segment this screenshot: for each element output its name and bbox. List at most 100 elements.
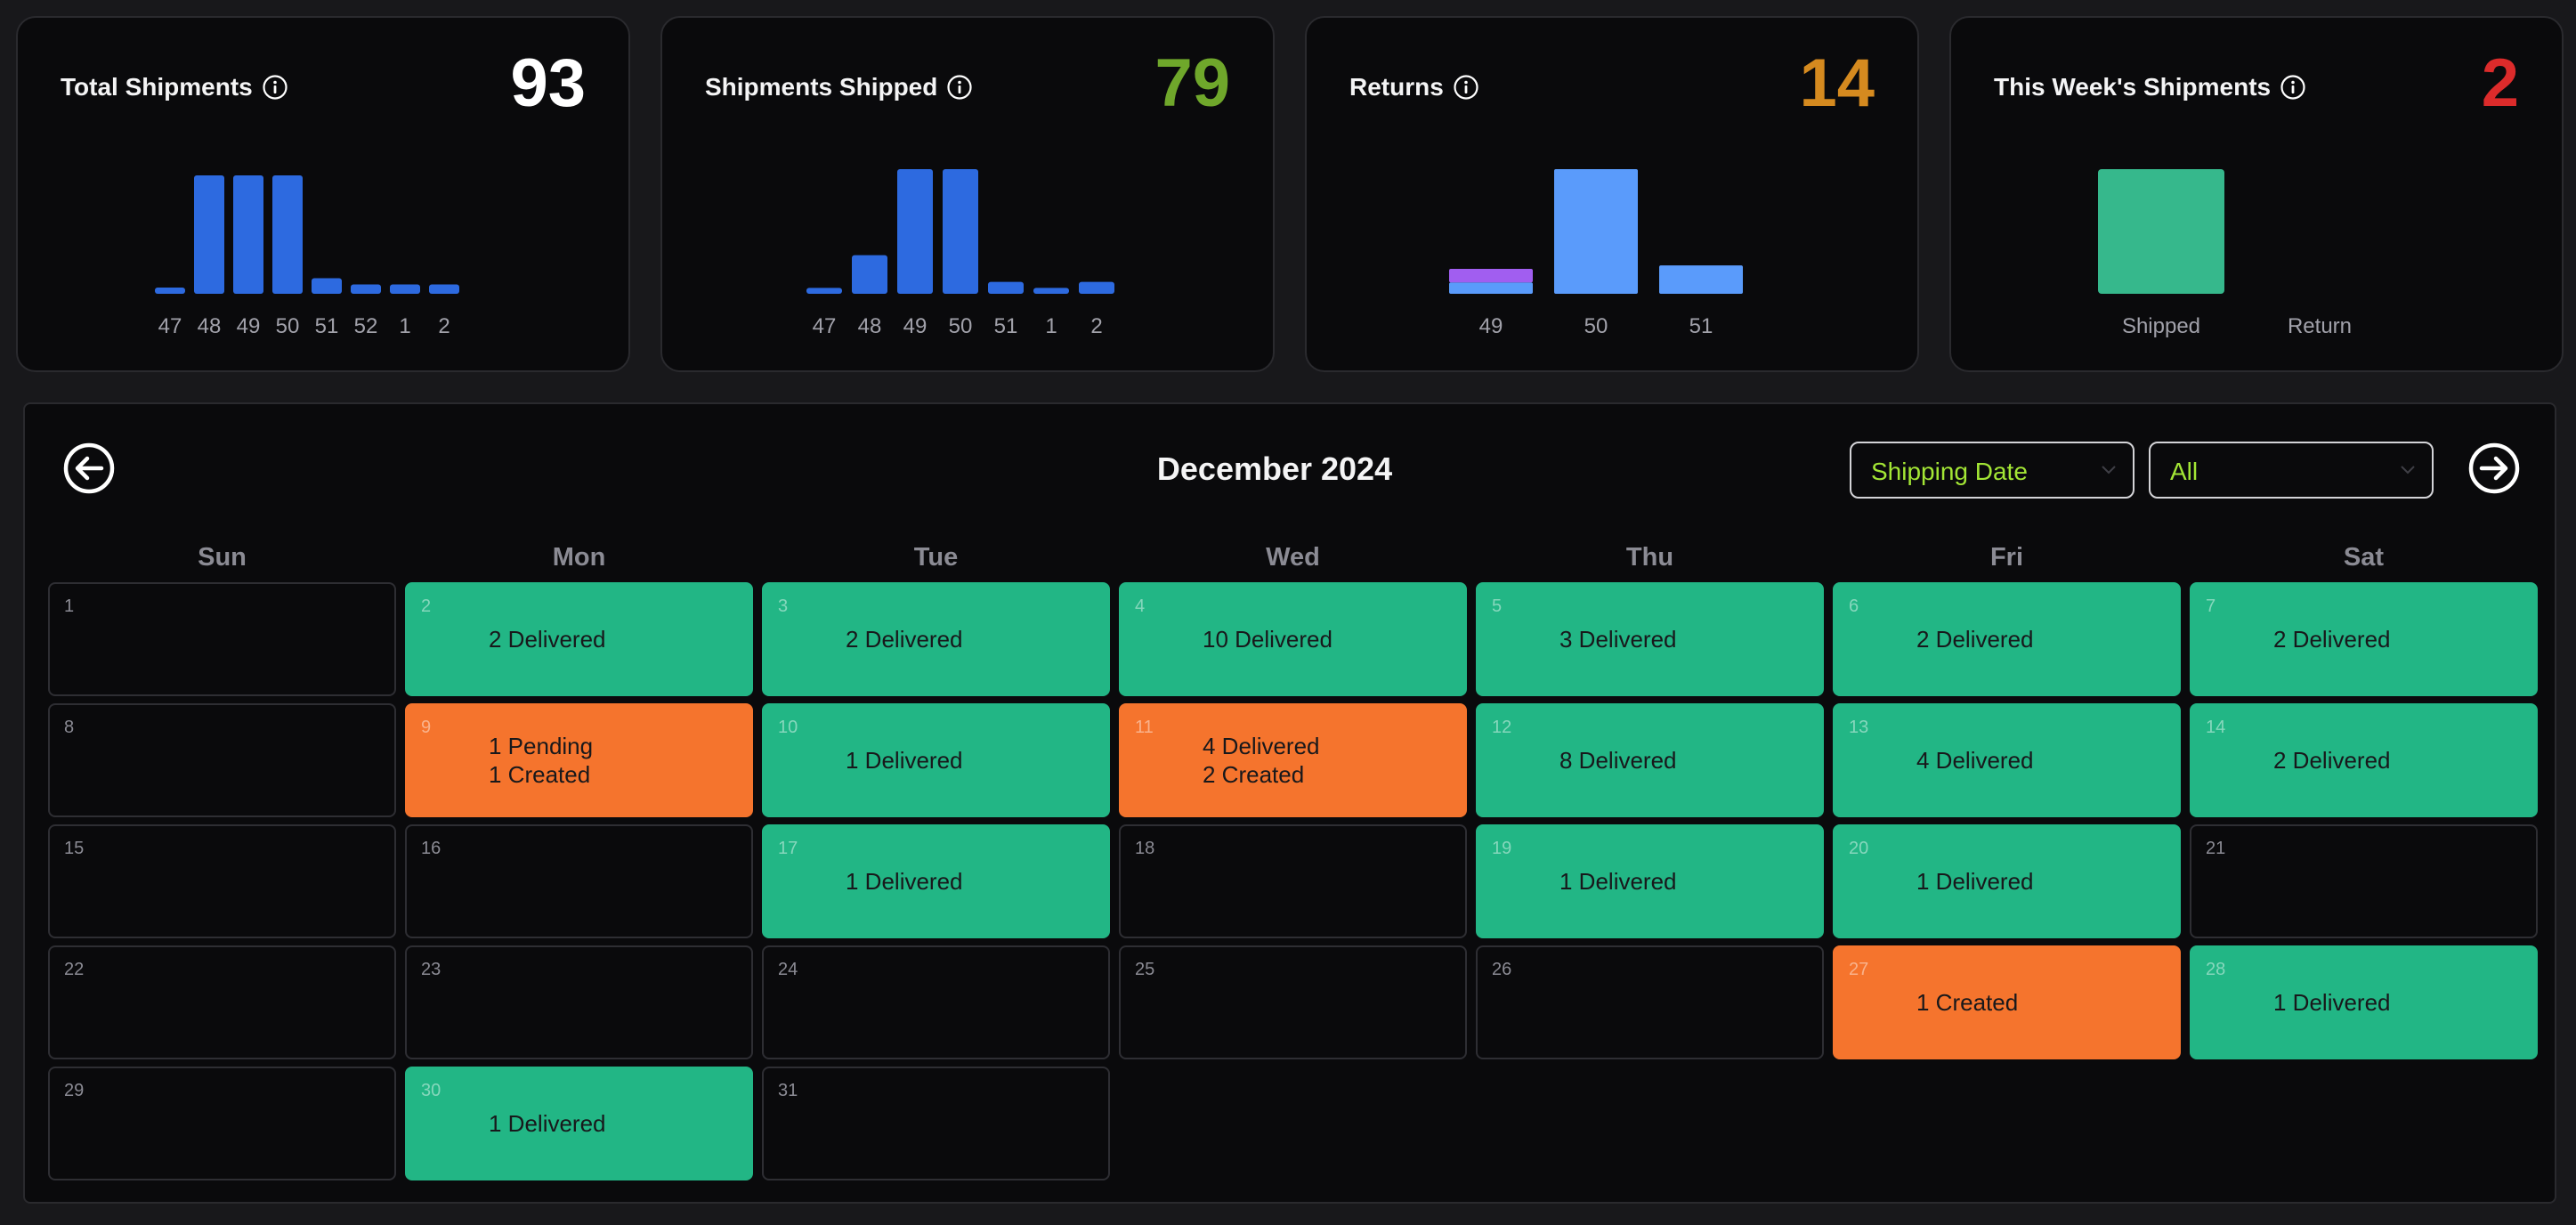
day-number: 5 — [1492, 596, 1503, 616]
day-number: 28 — [2206, 960, 2226, 979]
tick-label: 48 — [858, 314, 882, 338]
day-cell[interactable]: 8 — [48, 703, 396, 817]
shipments-shipped-value: 79 — [1154, 45, 1230, 121]
day-cell[interactable]: 18 — [1119, 824, 1467, 938]
day-cell[interactable]: 1 — [48, 582, 396, 696]
day-number: 24 — [778, 960, 798, 979]
info-icon[interactable] — [2280, 74, 2306, 101]
date-type-select[interactable]: Shipping Date — [1850, 442, 2135, 499]
day-cell[interactable]: 14 2 Delivered — [2190, 703, 2538, 817]
chevron-down-icon — [2102, 466, 2116, 475]
day-summary-line: 2 Delivered — [489, 626, 606, 653]
bar-49 — [897, 169, 933, 294]
weekday-thu: Thu — [1625, 543, 1674, 572]
bar-52 — [351, 284, 381, 294]
bar-51 — [312, 278, 342, 294]
day-cell[interactable]: 6 2 Delivered — [1833, 582, 2181, 696]
tick-label: 52 — [354, 314, 378, 338]
day-cell[interactable]: 26 — [1476, 945, 1824, 1059]
day-cell[interactable]: 23 — [405, 945, 753, 1059]
shipments-shipped-card: Shipments Shipped 79 47 48 49 50 51 1 2 — [660, 16, 1275, 372]
day-cell[interactable]: 28 1 Delivered — [2190, 945, 2538, 1059]
day-number: 3 — [778, 596, 789, 616]
day-cell[interactable]: 7 2 Delivered — [2190, 582, 2538, 696]
weekday-sat: Sat — [2343, 543, 2385, 572]
day-cell[interactable]: 16 — [405, 824, 753, 938]
arrow-right-circle-icon[interactable] — [2467, 442, 2521, 495]
weekday-mon: Mon — [552, 543, 606, 572]
tick-label: 50 — [276, 314, 300, 338]
day-cell[interactable]: 10 1 Delivered — [762, 703, 1110, 817]
day-cell[interactable]: 27 1 Created — [1833, 945, 2181, 1059]
day-cell[interactable]: 20 1 Delivered — [1833, 824, 2181, 938]
day-summary-line: 2 Delivered — [2273, 747, 2391, 774]
day-cell[interactable]: 15 — [48, 824, 396, 938]
tick-label: 51 — [315, 314, 339, 338]
this-week-shipments-value: 2 — [2481, 45, 2519, 121]
bar-50 — [1554, 169, 1638, 294]
bar-49 — [1449, 269, 1533, 283]
bar-48 — [852, 255, 887, 294]
day-summary-line: 10 Delivered — [1203, 626, 1333, 653]
weekday-fri: Fri — [1989, 543, 2024, 572]
day-number: 15 — [64, 839, 85, 858]
day-summary-line: 8 Delivered — [1559, 747, 1677, 774]
bar-51 — [1659, 265, 1743, 294]
day-cell[interactable]: 29 — [48, 1067, 396, 1180]
day-number: 11 — [1135, 718, 1154, 737]
day-number: 12 — [1492, 718, 1512, 737]
day-cell[interactable]: 9 1 Pending 1 Created — [405, 703, 753, 817]
info-icon[interactable] — [1453, 74, 1479, 101]
day-summary: 2 Delivered — [1916, 584, 2034, 694]
day-summary: 1 Delivered — [2273, 947, 2391, 1058]
day-summary: 3 Delivered — [1559, 584, 1677, 694]
bar-48 — [194, 175, 224, 294]
day-summary: 1 Delivered — [489, 1068, 606, 1179]
day-cell[interactable]: 21 — [2190, 824, 2538, 938]
day-summary-line: 2 Delivered — [2273, 626, 2391, 653]
day-summary-line: 1 Delivered — [846, 868, 963, 895]
info-icon[interactable] — [262, 74, 288, 101]
card-title-text: Returns — [1349, 73, 1444, 101]
day-summary-line: 4 Delivered — [1203, 733, 1320, 759]
day-cell[interactable]: 22 — [48, 945, 396, 1059]
day-number: 29 — [64, 1081, 85, 1100]
day-number: 9 — [421, 718, 432, 737]
day-number: 22 — [64, 960, 85, 979]
total-shipments-chart: 47 48 49 50 51 52 1 2 — [155, 175, 459, 338]
day-cell[interactable]: 25 — [1119, 945, 1467, 1059]
day-number: 16 — [421, 839, 441, 858]
bar-47 — [155, 288, 185, 294]
day-cell[interactable]: 4 10 Delivered — [1119, 582, 1467, 696]
tick-label: 2 — [1090, 314, 1102, 338]
day-cell[interactable]: 19 1 Delivered — [1476, 824, 1824, 938]
tick-label: 51 — [994, 314, 1018, 338]
day-cell[interactable]: 11 4 Delivered 2 Created — [1119, 703, 1467, 817]
tick-label: 49 — [237, 314, 261, 338]
day-number: 19 — [1492, 839, 1512, 858]
day-number: 2 — [421, 596, 432, 616]
day-cell[interactable]: 30 1 Delivered — [405, 1067, 753, 1180]
day-cell[interactable]: 2 2 Delivered — [405, 582, 753, 696]
status-select[interactable]: All — [2149, 442, 2434, 499]
day-cell[interactable]: 3 2 Delivered — [762, 582, 1110, 696]
info-icon[interactable] — [946, 74, 973, 101]
card-title: This Week's Shipments — [1994, 73, 2306, 101]
bar-51 — [988, 281, 1024, 294]
day-cell[interactable]: 24 — [762, 945, 1110, 1059]
weekday-wed: Wed — [1266, 543, 1320, 572]
day-number: 27 — [1849, 960, 1869, 979]
day-cell[interactable]: 13 4 Delivered — [1833, 703, 2181, 817]
day-cell[interactable]: 31 — [762, 1067, 1110, 1180]
day-number: 23 — [421, 960, 441, 979]
day-number: 20 — [1849, 839, 1869, 858]
card-title: Shipments Shipped — [705, 73, 973, 101]
day-summary-line: 4 Delivered — [1916, 747, 2034, 774]
day-cell[interactable]: 12 8 Delivered — [1476, 703, 1824, 817]
day-cell[interactable]: 17 1 Delivered — [762, 824, 1110, 938]
tick-label: 50 — [949, 314, 973, 338]
day-summary-line: 1 Delivered — [1559, 868, 1677, 895]
card-title-text: Total Shipments — [61, 73, 253, 101]
day-cell[interactable]: 5 3 Delivered — [1476, 582, 1824, 696]
day-number: 21 — [2206, 839, 2226, 858]
